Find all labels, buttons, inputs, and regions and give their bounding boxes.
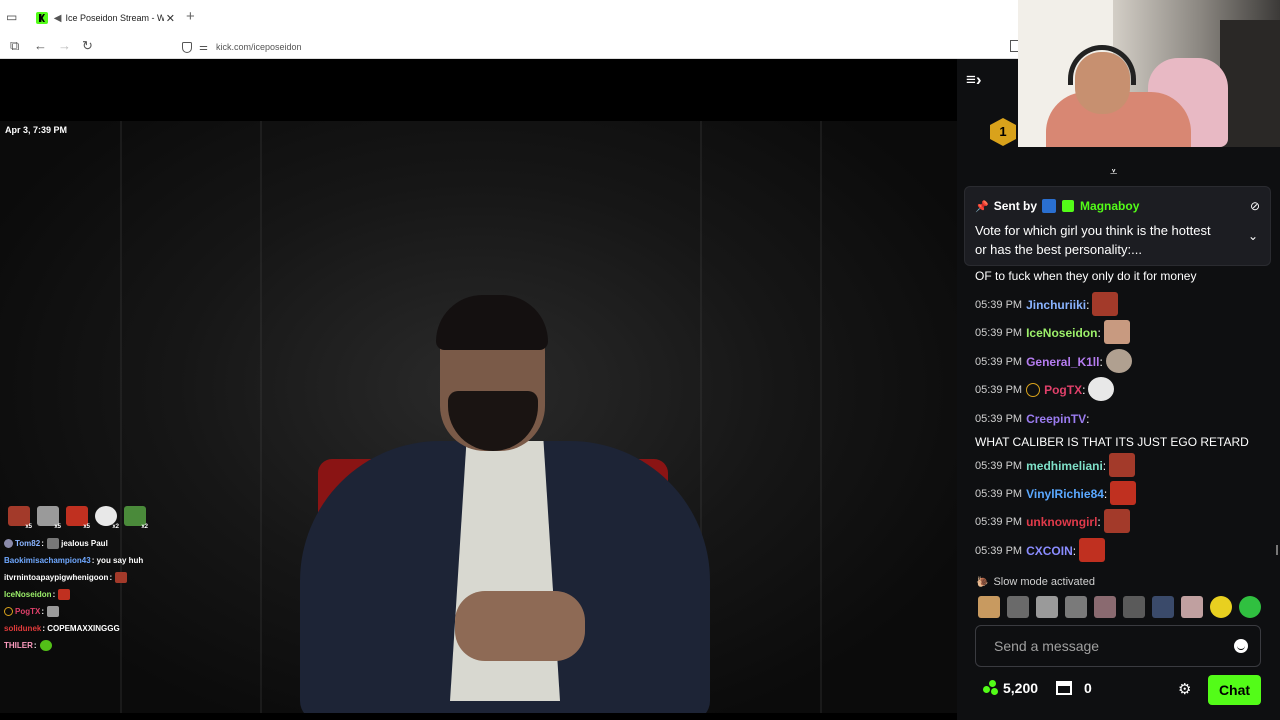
badge-icon (1026, 383, 1041, 398)
skull-emote-icon[interactable] (1088, 377, 1115, 402)
scrollbar[interactable] (1276, 545, 1278, 555)
sent-by-label: Sent by (993, 199, 1038, 213)
pinned-username[interactable]: Magnaboy (1080, 199, 1139, 213)
chat-message: 05:39 PM IceNoseidon: (975, 320, 1265, 351)
chat-send-button[interactable]: Chat (1208, 675, 1261, 705)
collections-icon[interactable]: ⧉ (10, 38, 19, 54)
chat-message: 05:39 PM VinylRichie84: (975, 480, 1265, 512)
emote-icon[interactable] (1036, 596, 1058, 618)
chat-message: 05:39 PM unknowngirl: (975, 509, 1265, 540)
emote-icon[interactable] (978, 596, 1000, 618)
overlay-chat: Tom82: jealous Paul Baokimisachampion43:… (4, 535, 204, 654)
emote-icon[interactable] (1092, 292, 1119, 316)
overlay-chat-line: itvrnintoapaypigwhenigoon: (4, 569, 204, 586)
coins-balance[interactable]: 5,200 (1003, 680, 1038, 696)
browser-tab-bar: ▭ ◀ Ice Poseidon Stream - Watc ✕ + (0, 0, 1018, 35)
emote-icon[interactable] (1094, 596, 1116, 618)
overlay-chat-line: PogTX: (4, 603, 204, 620)
chat-message: 05:39 PM General_K1ll: (975, 348, 1265, 380)
chat-message: 05:39 PM medhimeliani: (975, 452, 1265, 484)
gear-icon[interactable]: ⚙ (1178, 682, 1191, 698)
overlay-chat-line: Tom82: jealous Paul (4, 535, 204, 552)
chat-username[interactable]: Jinchuriiki (1026, 295, 1086, 315)
emote-icon[interactable] (1152, 596, 1174, 618)
emote-icon[interactable] (1103, 509, 1130, 534)
emote-icon[interactable] (1210, 596, 1232, 618)
store-count[interactable]: 0 (1084, 680, 1092, 696)
pinned-header: 📌 Sent by Magnaboy (975, 199, 1139, 213)
tab-list-icon[interactable]: ▭ (6, 10, 20, 24)
emote-icon[interactable] (1239, 596, 1261, 618)
chat-username[interactable]: CXCOIN (1026, 541, 1073, 561)
pin-icon: 📌 (975, 200, 989, 213)
moderator-badge-icon (1042, 199, 1057, 213)
shield-icon[interactable] (182, 41, 192, 53)
skull-emote-icon: x2 (95, 506, 119, 530)
snail-icon: 🐌 (976, 576, 989, 588)
emote-icon[interactable] (1105, 348, 1132, 373)
new-tab-button[interactable]: + (186, 9, 195, 25)
kick-favicon-icon (36, 12, 48, 24)
emote-icon[interactable] (1109, 452, 1136, 477)
url-text: kick.com/iceposeidon (215, 42, 302, 52)
overlay-chat-line: THILER: (4, 637, 204, 654)
emoji-picker-icon[interactable] (1234, 639, 1248, 653)
kicks-coins-icon[interactable] (983, 680, 999, 696)
chevron-down-icon[interactable]: ⩡ (1110, 164, 1117, 180)
tab-title: Ice Poseidon Stream - Watc (65, 13, 164, 23)
send-message-input[interactable] (994, 638, 1214, 654)
webcam-overlay (1018, 0, 1280, 147)
browser-tab[interactable]: ◀ Ice Poseidon Stream - Watc ✕ (30, 5, 175, 31)
chat-username[interactable]: PogTX (1044, 380, 1082, 400)
chat-message: 05:39 PM PogTX: (975, 377, 1265, 408)
store-icon[interactable] (1056, 681, 1073, 695)
chat-username[interactable]: CreepinTV (1026, 409, 1086, 429)
chat-message: 05:39 PM Jinchuriiki: (975, 292, 1265, 323)
overlay-emote-combo: x5 x5 x5 x2 x2 (8, 506, 148, 530)
collapse-chat-icon[interactable]: ≡› (966, 70, 982, 90)
address-bar: ⧉ ← → ↻ ⚌ kick.com/iceposeidon (0, 35, 1020, 59)
quick-emote-bar (978, 596, 1261, 618)
emote-icon[interactable] (1079, 537, 1106, 562)
chat-message: 05:39 PM CXCOIN: (975, 537, 1265, 569)
emote-icon[interactable] (1007, 596, 1029, 618)
overlay-chat-line: solidunek: COPEMAXXINGGG (4, 624, 120, 633)
reload-icon[interactable]: ↻ (82, 38, 93, 54)
chat-username[interactable]: IceNoseidon (1026, 323, 1097, 343)
chat-message-continued: OF to fuck when they only do it for mone… (975, 269, 1197, 283)
emote-icon: x5 (8, 506, 32, 530)
cat-emote-icon: x5 (37, 506, 61, 530)
hide-pin-icon[interactable]: ⊘ (1250, 199, 1260, 213)
speaker-icon[interactable]: ◀ (54, 13, 62, 24)
stream-timestamp: Apr 3, 7:39 PM (5, 125, 68, 135)
emote-icon[interactable] (1065, 596, 1087, 618)
send-message-box[interactable] (975, 625, 1261, 667)
forward-arrow-icon[interactable]: → (58, 38, 71, 54)
overlay-chat-line: Baokimisachampion43: you say huh (4, 556, 144, 565)
chat-message: 05:39 PM CreepinTV: WHAT CALIBER IS THAT… (975, 409, 1265, 456)
chat-username[interactable]: medhimeliani (1026, 456, 1103, 476)
pinned-message-text: Vote for which girl you think is the hot… (975, 223, 1211, 257)
emote-icon[interactable] (1110, 480, 1137, 505)
back-arrow-icon[interactable]: ← (34, 38, 47, 54)
chat-username[interactable]: General_K1ll (1026, 352, 1099, 372)
emote-icon: x5 (66, 506, 90, 530)
emote-icon[interactable] (1103, 320, 1130, 345)
url-field[interactable]: ⚌ kick.com/iceposeidon (176, 37, 1010, 57)
site-settings-icon[interactable]: ⚌ (199, 42, 208, 53)
video-player[interactable]: Apr 3, 7:39 PM x5 x5 x5 x2 x2 Tom82: jea… (0, 59, 957, 720)
close-icon[interactable]: ✕ (166, 12, 175, 25)
slow-mode-notice: 🐌 Slow mode activated (976, 576, 1095, 588)
emote-icon[interactable] (1123, 596, 1145, 618)
pinned-message[interactable]: 📌 Sent by Magnaboy Vote for which girl y… (964, 186, 1271, 266)
overlay-chat-line: IceNoseidon: (4, 586, 204, 603)
frog-emote-icon: x2 (124, 506, 148, 530)
chat-messages: OF to fuck when they only do it for mone… (975, 267, 1265, 569)
chevron-down-icon[interactable]: ⌄ (1248, 229, 1258, 243)
emote-icon[interactable] (1181, 596, 1203, 618)
gift-badge-icon (1062, 200, 1075, 212)
chat-footer: 5,200 0 (983, 680, 1092, 696)
chat-username[interactable]: VinylRichie84 (1026, 484, 1104, 504)
chat-username[interactable]: unknowngirl (1026, 512, 1097, 532)
